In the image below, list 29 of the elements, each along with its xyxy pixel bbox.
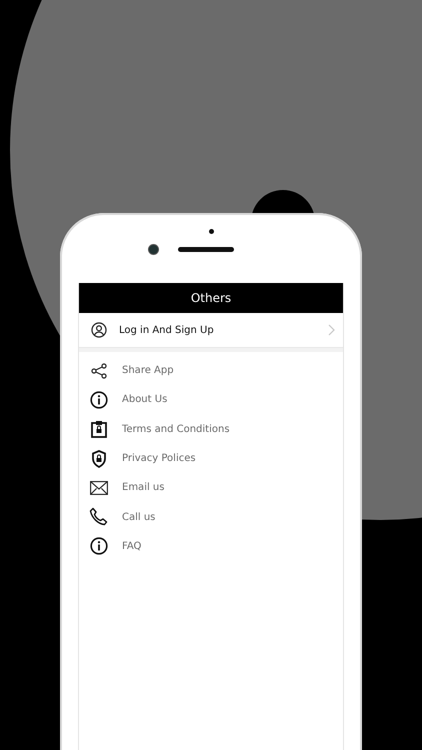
menu-item[interactable]: Email us <box>79 473 343 502</box>
menu-label: About Us <box>122 394 168 406</box>
info-icon <box>90 390 108 409</box>
chevron-icon <box>328 324 335 336</box>
menu-item[interactable]: Terms and Conditions <box>79 414 343 444</box>
menu-label: Email us <box>122 482 164 494</box>
menu-label: Privacy Polices <box>122 453 196 464</box>
menu-item[interactable]: FAQ <box>79 532 343 562</box>
menu-label: Share App <box>122 365 174 376</box>
clipboard-lock-icon <box>91 420 107 438</box>
user-icon <box>91 322 107 338</box>
menu-label: Call us <box>122 512 156 523</box>
menu-item[interactable]: About Us <box>79 385 343 415</box>
speaker-icon <box>178 247 234 252</box>
login-label: Log in And Sign Up <box>119 324 215 336</box>
menu-label: FAQ <box>122 540 142 552</box>
share-icon <box>91 362 107 379</box>
login-row[interactable]: Log in And Sign Up <box>79 313 343 347</box>
menu-label: Terms and Conditions <box>122 424 230 435</box>
menu-item[interactable]: Share App <box>79 356 343 386</box>
phone-icon <box>89 507 109 528</box>
screen-title: Others <box>190 291 232 305</box>
sensor-icon <box>208 229 214 234</box>
menu-item[interactable]: Call us <box>79 502 343 532</box>
shield-lock-icon <box>91 450 107 468</box>
camera-icon <box>148 245 158 254</box>
mail-icon <box>90 480 108 495</box>
info-icon <box>90 537 108 556</box>
menu-item[interactable]: Privacy Polices <box>79 444 343 474</box>
